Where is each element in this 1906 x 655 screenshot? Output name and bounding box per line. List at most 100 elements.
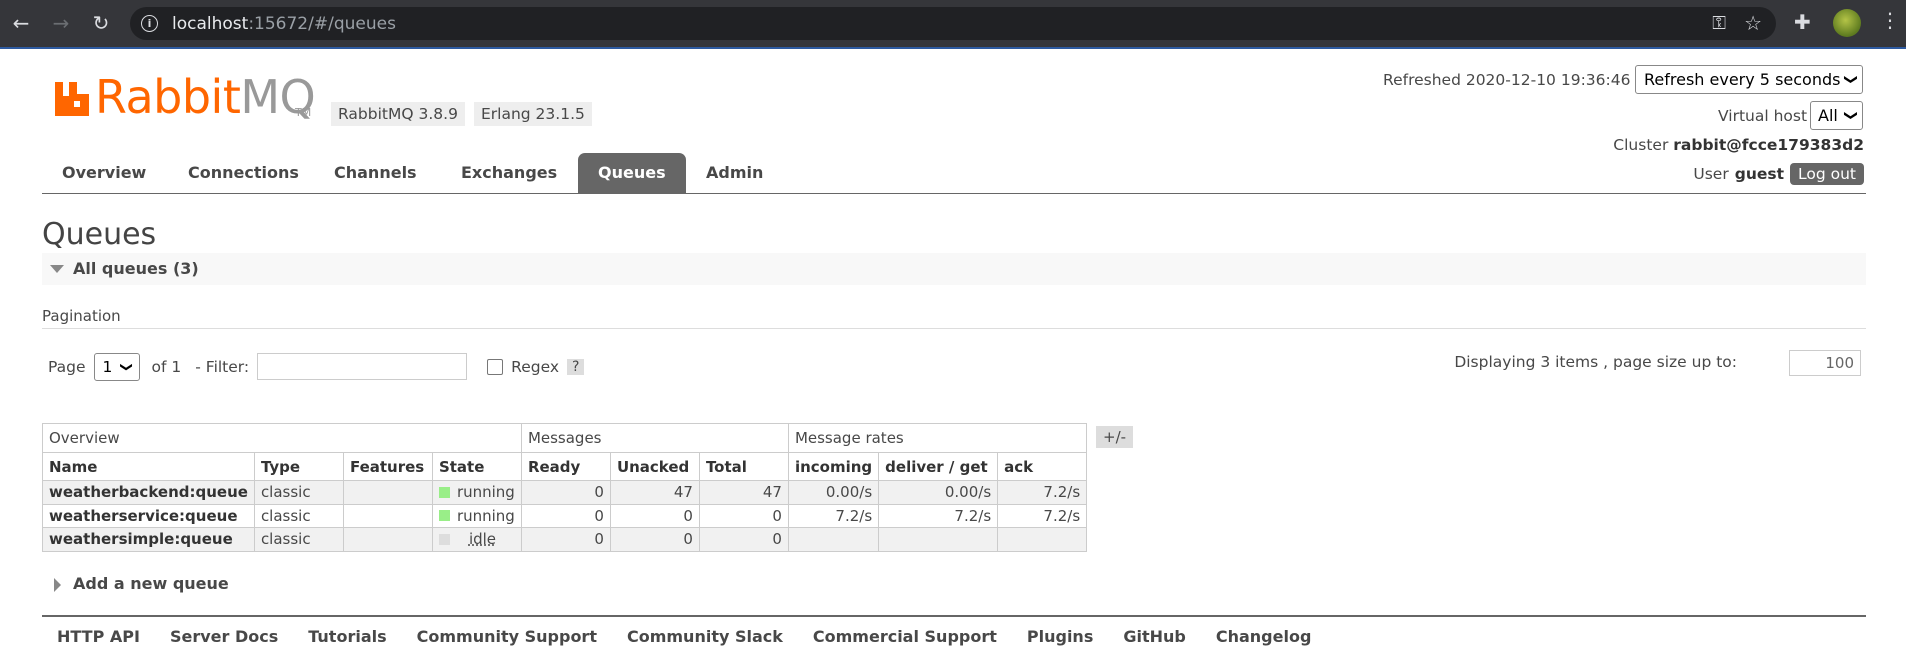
virtual-host-label: Virtual host [1718,107,1808,125]
footer-link-community-slack[interactable]: Community Slack [612,627,798,646]
profile-avatar[interactable] [1833,9,1861,37]
all-queues-section-toggle[interactable]: All queues (3) [42,253,1866,285]
col-header-features[interactable]: Features [342,452,433,481]
chevron-down-icon: ❯ [120,361,135,372]
refresh-interval-select[interactable]: Refresh every 5 seconds ❯ [1635,65,1863,94]
table-row: weathersimple:queue classic idle 0 0 0 [42,527,1088,552]
displaying-items-label: Displaying 3 items , page size up to: [1454,353,1737,371]
logo-trademark: TM [295,106,312,119]
pagination-divider [42,328,1866,329]
column-toggle-button[interactable]: +/- [1096,426,1134,448]
filter-input[interactable] [257,353,468,380]
erlang-version-badge: Erlang 23.1.5 [474,102,592,126]
chevron-down-icon: ❯ [1843,110,1859,121]
col-header-total[interactable]: Total [698,452,789,481]
state-label: running [456,483,515,501]
cluster-name: rabbit@fcce179383d2 [1673,136,1864,154]
group-header-messages: Messages [520,423,789,453]
messages-unacked: 47 [609,480,700,505]
extensions-icon[interactable]: ✚ [1794,10,1811,34]
state-label: idle [468,530,497,548]
footer-link-plugins[interactable]: Plugins [1012,627,1108,646]
tab-admin[interactable]: Admin [686,153,783,193]
pagination-controls: Page 1 ❯ of 1 - Filter: Regex ? [48,352,585,381]
footer-link-github[interactable]: GitHub [1108,627,1201,646]
add-queue-section-toggle[interactable]: Add a new queue [42,574,229,593]
tab-overview[interactable]: Overview [42,153,166,193]
virtual-host-select[interactable]: All ❯ [1810,101,1863,130]
address-bar[interactable]: i localhost:15672/#/queues ⚿ ☆ [130,7,1776,40]
group-header-overview: Overview [42,423,522,453]
all-queues-heading: All queues (3) [73,259,199,278]
rabbitmq-logo-icon [55,82,89,116]
filter-label: - Filter: [195,357,250,376]
state-indicator-icon [438,486,450,498]
page-title: Queues [42,217,157,252]
queue-name-link[interactable]: weatherservice:queue [42,503,255,528]
col-header-type[interactable]: Type [253,452,344,481]
col-header-incoming[interactable]: incoming [787,452,880,481]
messages-total: 0 [698,527,789,552]
footer-link-tutorials[interactable]: Tutorials [293,627,401,646]
messages-unacked: 0 [609,527,700,552]
footer-link-commercial-support[interactable]: Commercial Support [798,627,1012,646]
refresh-interval-value: Refresh every 5 seconds [1644,70,1841,89]
rate-incoming: 0.00/s [787,480,880,505]
col-header-unacked[interactable]: Unacked [609,452,700,481]
tab-channels[interactable]: Channels [314,153,437,193]
queue-features [342,527,433,552]
messages-ready: 0 [520,527,611,552]
page-select-value: 1 [102,357,113,376]
pagination-heading: Pagination [42,307,121,325]
tab-connections[interactable]: Connections [168,153,319,193]
url-text[interactable]: localhost:15672/#/queues [172,14,396,34]
page-count-label: of 1 [151,357,182,376]
page-size-input[interactable]: 100 [1789,350,1861,376]
table-row: weatherservice:queue classic running 0 0… [42,503,1088,528]
rate-incoming [787,527,880,552]
logo-text: RabbitMQ [95,70,316,124]
key-icon[interactable]: ⚿ [1712,13,1726,34]
col-header-ack[interactable]: ack [997,452,1088,481]
footer-link-server-docs[interactable]: Server Docs [155,627,293,646]
refreshed-timestamp: Refreshed 2020-12-10 19:36:46 [1383,71,1631,89]
queue-type: classic [253,527,344,552]
queue-name-link[interactable]: weathersimple:queue [42,527,255,552]
regex-help-button[interactable]: ? [567,358,585,375]
page-select[interactable]: 1 ❯ [93,352,140,381]
state-indicator-icon [438,510,450,521]
footer-link-community-support[interactable]: Community Support [402,627,612,646]
footer-divider [42,615,1866,617]
expand-triangle-icon [54,578,61,592]
rate-incoming: 7.2/s [787,503,880,528]
cluster-label: Cluster [1613,136,1669,154]
footer-link-http-api[interactable]: HTTP API [42,627,155,646]
queue-name-link[interactable]: weatherbackend:queue [42,480,255,505]
footer-link-changelog[interactable]: Changelog [1201,627,1327,646]
table-header-row: Name Type Features State Ready Unacked T… [42,452,1088,481]
chevron-down-icon: ❯ [1843,74,1859,85]
col-header-ready[interactable]: Ready [520,452,611,481]
queue-state: running [431,503,522,528]
kebab-menu-icon[interactable]: ⋮ [1880,8,1900,32]
queue-state: running [431,480,522,505]
col-header-state[interactable]: State [431,452,522,481]
table-row: weatherbackend:queue classic running 0 4… [42,480,1088,505]
footer-links: HTTP API Server Docs Tutorials Community… [42,627,1326,646]
regex-checkbox[interactable] [487,358,504,375]
toolbar-divider [0,47,1906,49]
col-header-deliver-get[interactable]: deliver / get [878,452,999,481]
tab-exchanges[interactable]: Exchanges [441,153,577,193]
state-label: running [456,506,515,525]
col-header-name[interactable]: Name [42,452,255,481]
info-icon[interactable]: i [141,15,158,32]
back-icon[interactable]: ← [8,10,34,36]
tab-queues[interactable]: Queues [578,153,686,193]
reload-icon[interactable]: ↻ [88,10,114,36]
rate-deliver-get: 0.00/s [878,480,999,505]
queue-type: classic [253,503,344,528]
forward-icon[interactable]: → [48,10,74,36]
star-icon[interactable]: ☆ [1744,11,1762,35]
virtual-host-value: All [1818,106,1838,125]
browser-toolbar: ← → ↻ i localhost:15672/#/queues ⚿ ☆ ✚ ⋮ [0,0,1906,47]
